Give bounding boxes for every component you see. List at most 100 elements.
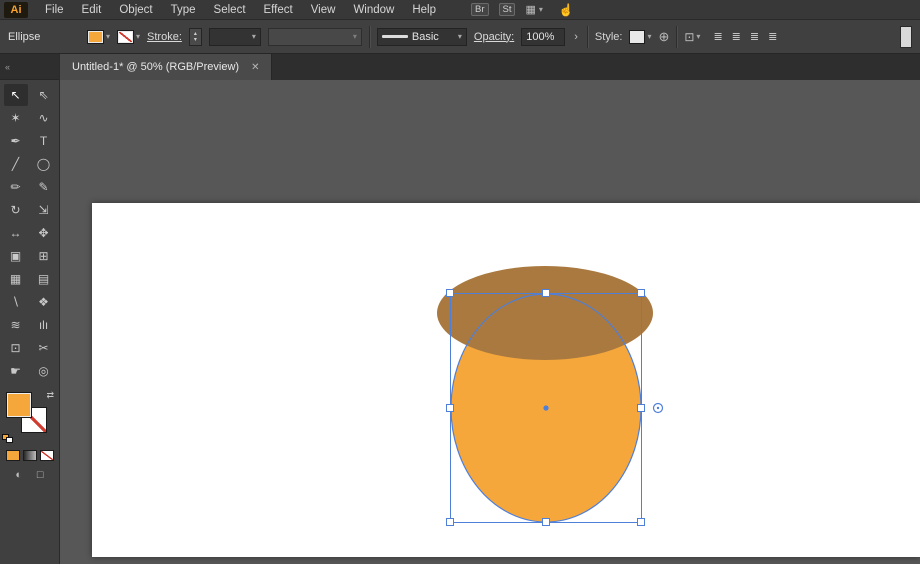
lasso-tool[interactable]: ∿ xyxy=(32,107,56,129)
stepper-down-icon[interactable]: ▾ xyxy=(194,37,197,43)
graphic-style-swatch[interactable] xyxy=(629,29,646,44)
document-tab[interactable]: Untitled-1* @ 50% (RGB/Preview) ✕ xyxy=(60,54,273,80)
app-logo-icon: Ai xyxy=(4,1,28,18)
slice-tool[interactable]: ✂ xyxy=(32,337,56,359)
artwork-layer xyxy=(437,266,664,526)
default-stroke-square xyxy=(6,437,13,443)
fill-color-swatch[interactable] xyxy=(87,29,104,44)
selection-handle-top-center[interactable] xyxy=(542,289,550,297)
selection-handle-bottom-left[interactable] xyxy=(446,518,454,526)
transform-icon: ⊡ xyxy=(684,29,695,44)
tools-panel-header: « xyxy=(0,54,59,80)
menu-window[interactable]: Window xyxy=(344,0,403,19)
column-graph-tool[interactable]: ılı xyxy=(32,314,56,336)
active-tool-label: Ellipse xyxy=(8,30,41,43)
align-horizontal-right-button[interactable]: ≣ xyxy=(750,30,759,43)
canvas-area[interactable] xyxy=(60,80,920,564)
chevron-down-icon: ▾ xyxy=(457,32,462,41)
workspace-switcher[interactable]: ▦ ▾ xyxy=(525,3,542,16)
mesh-tool[interactable]: ▦ xyxy=(4,268,28,290)
menu-file[interactable]: File xyxy=(36,0,73,19)
chevron-down-icon: ▾ xyxy=(106,32,111,41)
none-button[interactable] xyxy=(39,450,54,461)
symbol-sprayer-tool[interactable]: ≋ xyxy=(4,314,28,336)
blend-tool[interactable]: ❖ xyxy=(32,291,56,313)
align-horizontal-center-button[interactable]: ≣ xyxy=(732,30,741,43)
screen-mode-button[interactable]: □ xyxy=(37,469,44,481)
touch-workspace-icon[interactable]: ☝ xyxy=(559,3,574,17)
scale-tool[interactable]: ⇲ xyxy=(32,199,56,221)
artboard-tool[interactable]: ⊡ xyxy=(4,337,28,359)
collapse-toolbar-chevron[interactable]: « xyxy=(5,62,10,72)
recolor-artwork-icon[interactable]: ⊕ xyxy=(658,29,669,45)
width-tool[interactable]: ↔ xyxy=(4,222,28,244)
menu-view[interactable]: View xyxy=(302,0,345,19)
shape-builder-tool[interactable]: ▣ xyxy=(4,245,28,267)
drawing-mode-button[interactable]: ◐ xyxy=(15,469,22,481)
style-label: Style: xyxy=(594,30,623,43)
selection-handle-top-right[interactable] xyxy=(637,289,645,297)
menu-select[interactable]: Select xyxy=(205,0,255,19)
stroke-profile-dropdown[interactable]: Basic ▾ xyxy=(376,27,467,46)
selection-handle-bottom-right[interactable] xyxy=(637,518,645,526)
zoom-tool[interactable]: ◎ xyxy=(32,360,56,382)
menu-type[interactable]: Type xyxy=(162,0,205,19)
acorn-cap-shape[interactable] xyxy=(437,266,653,360)
collapsed-panel-tab[interactable] xyxy=(900,25,912,48)
workspace-grid-icon: ▦ xyxy=(525,4,536,16)
close-icon[interactable]: ✕ xyxy=(251,62,259,73)
selection-handle-middle-right[interactable] xyxy=(637,404,645,412)
stock-button[interactable]: St xyxy=(498,3,516,16)
eyedropper-tool[interactable]: ∖ xyxy=(4,291,28,313)
magic-wand-tool[interactable]: ✶ xyxy=(4,107,28,129)
ellipse-tool[interactable]: ◯ xyxy=(32,153,56,175)
line-segment-tool[interactable]: ╱ xyxy=(4,153,28,175)
free-transform-tool[interactable]: ✥ xyxy=(32,222,56,244)
stroke-weight-stepper[interactable]: ▴ ▾ xyxy=(188,27,202,46)
pen-tool[interactable]: ✒ xyxy=(4,130,28,152)
selection-handle-bottom-center[interactable] xyxy=(542,518,550,526)
swap-fill-stroke-icon[interactable]: ⇄ xyxy=(46,390,54,401)
align-horizontal-left-button[interactable]: ≣ xyxy=(713,30,722,43)
stroke-profile-icon xyxy=(381,35,408,38)
divider xyxy=(586,25,588,48)
bridge-button[interactable]: Br xyxy=(471,3,489,16)
align-distribute-button[interactable]: ≣ xyxy=(768,30,777,43)
selection-handle-middle-left[interactable] xyxy=(446,404,454,412)
color-button[interactable] xyxy=(5,450,20,461)
opacity-options-chevron[interactable]: › xyxy=(572,31,580,43)
opacity-panel-link[interactable]: Opacity: xyxy=(474,31,514,43)
menu-object[interactable]: Object xyxy=(110,0,161,19)
graphic-style-dropdown[interactable]: ▾ xyxy=(629,29,651,44)
menu-effect[interactable]: Effect xyxy=(255,0,302,19)
hand-tool[interactable]: ☛ xyxy=(4,360,28,382)
direct-selection-tool[interactable]: ⇖ xyxy=(32,84,56,106)
pencil-tool[interactable]: ✎ xyxy=(32,176,56,198)
stroke-color-control[interactable]: ▾ xyxy=(117,29,140,44)
paintbrush-tool[interactable]: ✏ xyxy=(4,176,28,198)
stroke-weight-dropdown[interactable]: ▾ xyxy=(208,27,261,46)
menu-bar: Ai File Edit Object Type Select Effect V… xyxy=(0,0,920,20)
rotate-tool[interactable]: ↻ xyxy=(4,199,28,221)
opacity-input[interactable]: 100% xyxy=(521,27,566,46)
perspective-grid-tool[interactable]: ⊞ xyxy=(32,245,56,267)
brush-definition-dropdown[interactable]: ▾ xyxy=(267,27,362,46)
default-fill-stroke-icon[interactable] xyxy=(2,434,14,444)
selection-center-point[interactable] xyxy=(543,405,549,411)
menu-help[interactable]: Help xyxy=(403,0,445,19)
fill-color-control[interactable]: ▾ xyxy=(87,29,111,44)
stroke-panel-link[interactable]: Stroke: xyxy=(147,31,182,43)
transform-options[interactable]: ⊡ ▾ xyxy=(684,30,700,44)
document-tab-title: Untitled-1* @ 50% (RGB/Preview) xyxy=(72,61,240,73)
selection-handle-top-left[interactable] xyxy=(446,289,454,297)
selection-tool[interactable]: ↖ xyxy=(3,84,28,106)
fill-swatch[interactable] xyxy=(6,392,32,418)
divider xyxy=(368,25,370,48)
illustrator-window: Ai File Edit Object Type Select Effect V… xyxy=(0,0,920,564)
type-tool[interactable]: T xyxy=(32,130,56,152)
stroke-none-swatch[interactable] xyxy=(117,29,135,44)
align-controls: ≣ ≣ ≣ ≣ xyxy=(713,30,777,43)
gradient-tool[interactable]: ▤ xyxy=(32,268,56,290)
menu-edit[interactable]: Edit xyxy=(73,0,111,19)
gradient-button[interactable] xyxy=(22,450,37,461)
